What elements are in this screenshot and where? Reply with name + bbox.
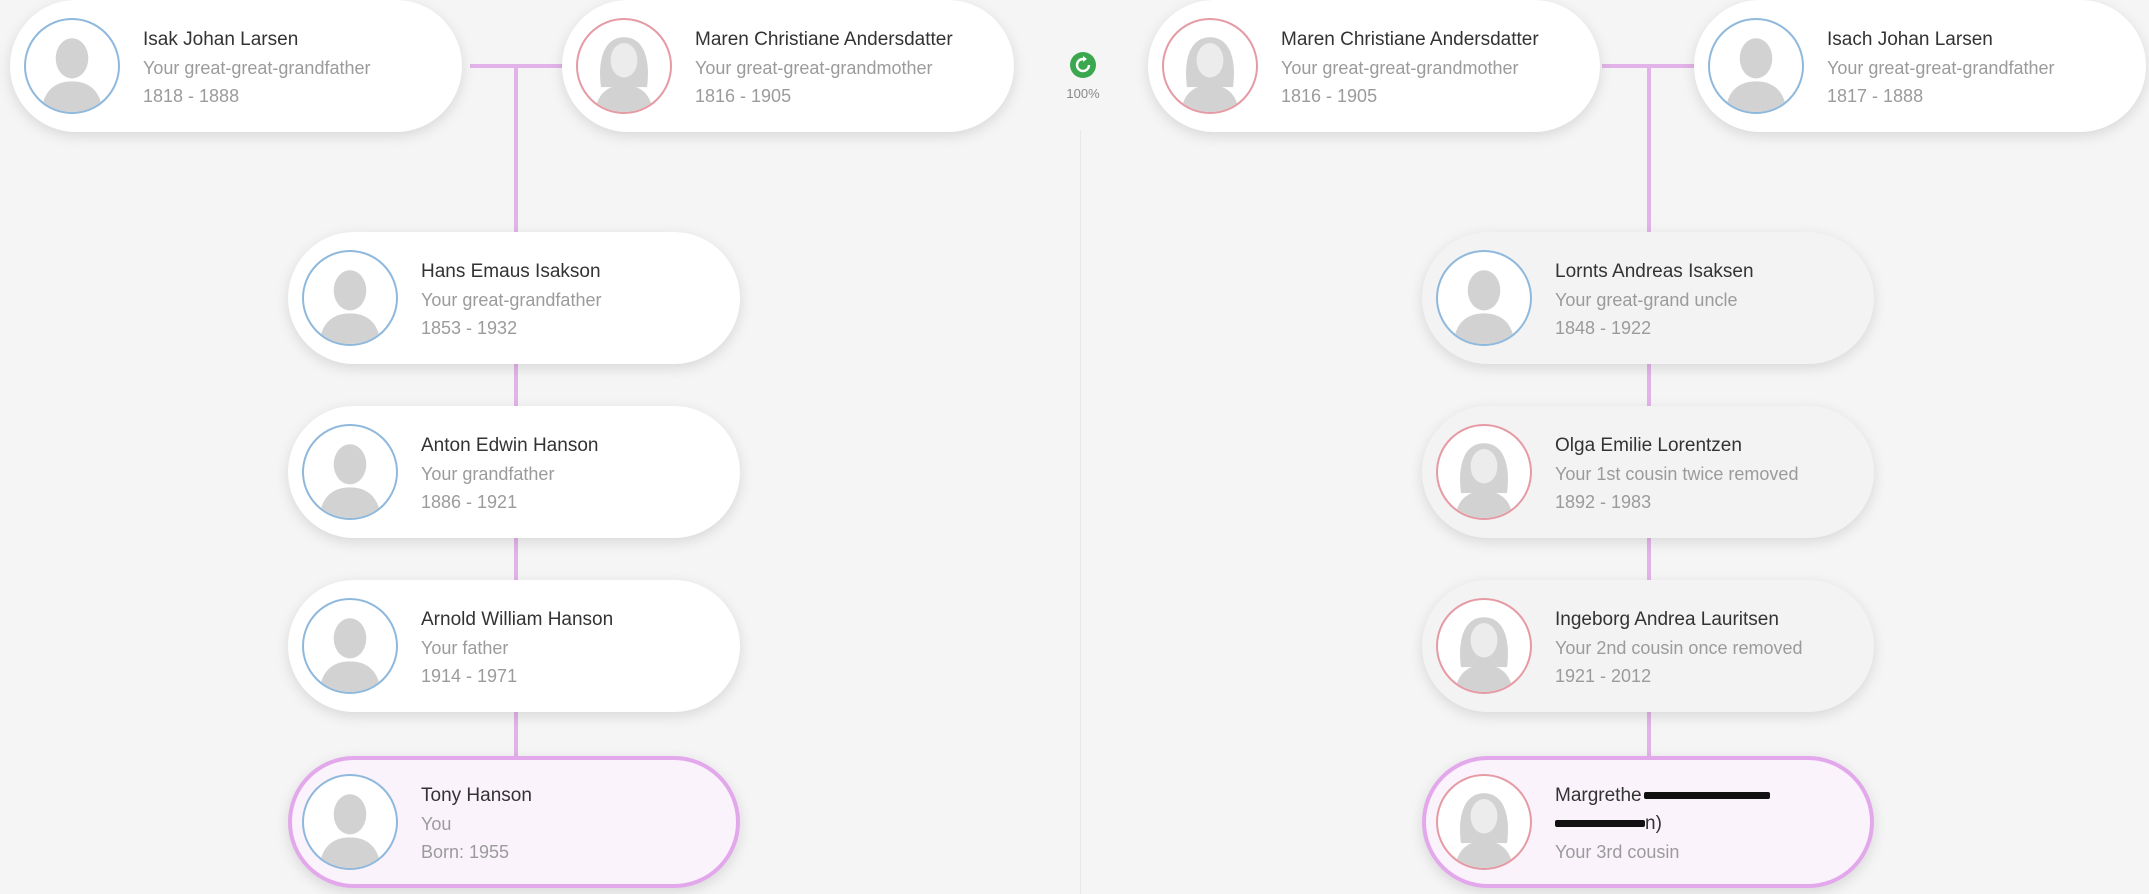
person-years: 1848 - 1922 <box>1555 318 1652 338</box>
person-name-continued: n) <box>1555 810 1850 838</box>
male-avatar-icon <box>302 250 398 346</box>
male-avatar-icon <box>302 774 398 870</box>
female-avatar-icon <box>1436 424 1532 520</box>
person-card-right-ancestor-father[interactable]: Isach Johan Larsen Your great-great-gran… <box>1694 0 2146 132</box>
person-relation: Your great-grand uncle <box>1555 290 1738 310</box>
person-years: 1921 - 2012 <box>1555 666 1652 686</box>
person-relation: Your father <box>421 638 509 658</box>
female-avatar-icon <box>1436 598 1532 694</box>
person-years: 1816 - 1905 <box>1281 86 1378 106</box>
person-relation: Your great-great-grandmother <box>695 58 933 78</box>
redaction-bar <box>1643 792 1770 800</box>
person-years: 1853 - 1932 <box>421 318 518 338</box>
person-card-left-ancestor-mother[interactable]: Maren Christiane Andersdatter Your great… <box>562 0 1014 132</box>
person-years: 1892 - 1983 <box>1555 492 1652 512</box>
male-avatar-icon <box>24 18 120 114</box>
female-avatar-icon <box>1162 18 1258 114</box>
person-name: Isach Johan Larsen <box>1827 29 1993 50</box>
female-avatar-icon <box>576 18 672 114</box>
person-name: Tony Hanson <box>421 785 532 806</box>
person-name: Maren Christiane Andersdatter <box>1281 29 1539 50</box>
person-relation: Your great-grandfather <box>421 290 602 310</box>
person-card-3rd-cousin[interactable]: Margrethe n) Your 3rd cousin <box>1422 756 1874 888</box>
male-avatar-icon <box>1436 250 1532 346</box>
person-years: 1886 - 1921 <box>421 492 518 512</box>
person-name: Anton Edwin Hanson <box>421 435 599 456</box>
person-relation: Your great-great-grandfather <box>143 58 371 78</box>
person-years: 1816 - 1905 <box>695 86 792 106</box>
person-relation: Your great-great-grandmother <box>1281 58 1519 78</box>
female-avatar-icon <box>1436 774 1532 870</box>
person-card-great-grand-uncle[interactable]: Lornts Andreas Isaksen Your great-grand … <box>1422 232 1874 364</box>
person-card-grandfather[interactable]: Anton Edwin Hanson Your grandfather 1886… <box>288 406 740 538</box>
branch-divider <box>1080 130 1081 894</box>
male-avatar-icon <box>302 598 398 694</box>
person-years: Born: 1955 <box>421 842 510 862</box>
person-card-great-grandfather[interactable]: Hans Emaus Isakson Your great-grandfathe… <box>288 232 740 364</box>
person-relation: Your great-great-grandfather <box>1827 58 2055 78</box>
person-card-father[interactable]: Arnold William Hanson Your father 1914 -… <box>288 580 740 712</box>
person-years: 1818 - 1888 <box>143 86 240 106</box>
person-card-you[interactable]: Tony Hanson You Born: 1955 <box>288 756 740 888</box>
person-years: 1817 - 1888 <box>1827 86 1924 106</box>
male-avatar-icon <box>302 424 398 520</box>
progress-percent: 100% <box>1066 86 1100 101</box>
name-visible-end: n) <box>1645 813 1662 834</box>
person-name: Ingeborg Andrea Lauritsen <box>1555 609 1779 630</box>
redaction-bar <box>1555 820 1645 828</box>
progress-indicator: 100% <box>1058 52 1108 101</box>
person-card-right-ancestor-mother[interactable]: Maren Christiane Andersdatter Your great… <box>1148 0 1600 132</box>
person-card-2nd-cousin-once-removed[interactable]: Ingeborg Andrea Lauritsen Your 2nd cousi… <box>1422 580 1874 712</box>
person-years: 1914 - 1971 <box>421 666 518 686</box>
person-name: Margrethe <box>1555 782 1850 810</box>
person-name: Maren Christiane Andersdatter <box>695 29 953 50</box>
person-name: Isak Johan Larsen <box>143 29 299 50</box>
person-relation: You <box>421 814 452 834</box>
person-name: Olga Emilie Lorentzen <box>1555 435 1742 456</box>
person-relation: Your 2nd cousin once removed <box>1555 638 1803 658</box>
refresh-icon[interactable] <box>1070 52 1096 78</box>
person-name: Arnold William Hanson <box>421 609 614 630</box>
person-name: Hans Emaus Isakson <box>421 261 601 282</box>
male-avatar-icon <box>1708 18 1804 114</box>
name-visible-start: Margrethe <box>1555 785 1642 806</box>
person-card-left-ancestor-father[interactable]: Isak Johan Larsen Your great-great-grand… <box>10 0 462 132</box>
person-relation: Your 1st cousin twice removed <box>1555 464 1799 484</box>
person-card-1st-cousin-twice-removed[interactable]: Olga Emilie Lorentzen Your 1st cousin tw… <box>1422 406 1874 538</box>
person-name: Lornts Andreas Isaksen <box>1555 261 1754 282</box>
person-relation: Your grandfather <box>421 464 555 484</box>
person-relation: Your 3rd cousin <box>1555 842 1680 862</box>
